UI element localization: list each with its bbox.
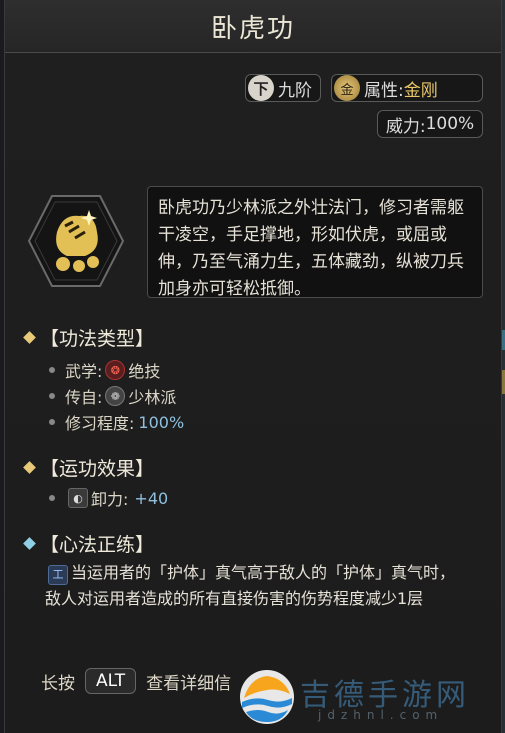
- watermark-url: jdzhnl.com: [318, 708, 444, 722]
- section-type-header: 【功法类型】: [23, 324, 155, 351]
- section-type-title: 【功法类型】: [40, 328, 155, 350]
- power-prefix: 威力:: [385, 116, 426, 137]
- footer-suffix: 查看详细信: [146, 673, 232, 694]
- attribute-icon: 金: [334, 75, 360, 101]
- diamond-bullet-icon: [23, 537, 36, 550]
- attribute-prefix: 属性:: [364, 80, 404, 101]
- watermark: 吉德手游网 jdzhnl.com: [238, 668, 500, 730]
- type-item-progress: 修习程度: 100%: [49, 410, 184, 434]
- footer-prefix: 长按: [41, 673, 75, 694]
- type-item-martial: 武学: ❂ 绝技: [49, 358, 160, 382]
- bullet-icon: [49, 495, 55, 501]
- mind-description: 工当运用者的「护体」真气高于敌人的「护体」真气时，敌人对运用者造成的所有直接伤害…: [45, 560, 465, 612]
- attribute-value: 金刚: [403, 80, 438, 101]
- diamond-bullet-icon: [23, 461, 36, 474]
- rank-icon: 下: [248, 75, 274, 101]
- title-bar: 卧虎功: [5, 0, 501, 53]
- type-item-origin: 传自: ❁ 少林派: [49, 384, 176, 408]
- watermark-logo-icon: [240, 670, 294, 724]
- item-value: 少林派: [128, 388, 177, 407]
- bullet-icon: [49, 393, 55, 399]
- item-value: 绝技: [128, 362, 161, 381]
- bullet-icon: [49, 419, 55, 425]
- item-label: 武学:: [65, 362, 103, 381]
- section-effect-title: 【运功效果】: [40, 458, 155, 480]
- item-value: 100%: [138, 412, 185, 432]
- skill-tooltip-panel: 卧虎功 下 九阶 金 属性: 金刚 威力: 100% 卧虎功乃少林派之外壮法门，…: [4, 0, 502, 733]
- mind-text: 当运用者的「护体」真气高于敌人的「护体」真气时，敌人对运用者造成的所有直接伤害的…: [45, 563, 456, 608]
- skill-emblem-icon: [27, 195, 125, 287]
- skill-description: 卧虎功乃少林派之外壮法门，修习者需躯干凌空，手足撑地，形如伏虎，或屈或伸，乃至气…: [147, 186, 483, 299]
- section-effect-header: 【运功效果】: [23, 454, 155, 481]
- alt-key-button[interactable]: ALT: [85, 668, 137, 694]
- rank-label: 九阶: [278, 80, 312, 101]
- item-label: 卸力:: [91, 490, 129, 509]
- footer-hint: 长按 ALT 查看详细信: [41, 668, 231, 694]
- diamond-bullet-icon: [23, 331, 36, 344]
- effect-item-deflect: ◐ 卸力: +40: [49, 486, 168, 510]
- item-label: 修习程度:: [65, 414, 135, 433]
- item-value: +40: [134, 488, 169, 508]
- deflect-icon: ◐: [68, 488, 88, 508]
- section-mind-title: 【心法正练】: [40, 534, 155, 556]
- power-tag: 威力: 100%: [377, 110, 483, 138]
- item-label: 传自:: [65, 388, 103, 407]
- bullet-icon: [49, 367, 55, 373]
- skill-title: 卧虎功: [210, 14, 295, 44]
- rank-tag: 下 九阶: [245, 74, 321, 102]
- practice-icon: 工: [48, 565, 68, 585]
- shaolin-icon: ❁: [105, 386, 126, 406]
- section-mind-header: 【心法正练】: [23, 530, 155, 557]
- power-value: 100%: [425, 114, 475, 134]
- martial-skill-icon: ❂: [105, 360, 126, 380]
- attribute-tag: 金 属性: 金刚: [331, 74, 483, 102]
